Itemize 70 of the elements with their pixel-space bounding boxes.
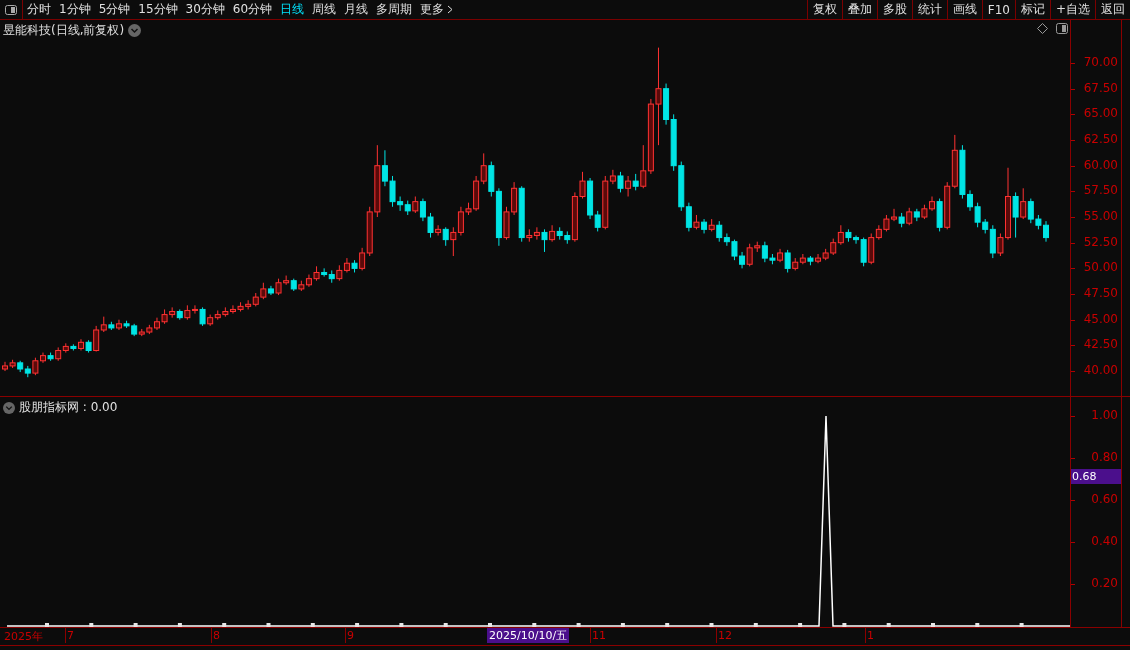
candlestick [533,226,540,241]
year-label: 2025年 [4,629,43,644]
period-tab[interactable]: 更多 [416,1,458,18]
stock-title: 昱能科技(日线,前复权) [3,22,125,39]
month-label: 11 [592,629,606,642]
period-tab[interactable]: 日线 [276,1,309,18]
candlestick [685,202,692,232]
period-tab[interactable]: 分时 [23,1,55,18]
dropdown-icon[interactable] [3,401,15,414]
price-tick: 70.00 [1083,55,1118,69]
candlestick [435,224,442,237]
price-tick: 67.50 [1083,80,1118,95]
value-tick: 0.80 [1091,449,1118,464]
candlestick [450,226,457,257]
candlestick [594,210,601,232]
month-label: 8 [213,629,220,642]
candlestick [784,249,791,273]
candlestick [93,325,100,353]
indicator-title: 股朋指标网 : 0.00 [19,399,118,416]
candlestick [617,171,624,193]
candlestick [480,152,487,185]
candlestick [609,169,616,185]
price-tick: 65.00 [1083,106,1118,121]
price-tick: 47.50 [1083,286,1118,301]
candlestick [1012,191,1019,239]
panel-toggle-icon[interactable] [5,4,17,15]
period-tab[interactable]: 30分钟 [181,1,229,18]
period-tab[interactable]: 多周期 [372,1,417,18]
diamond-icon[interactable] [1037,23,1048,34]
month-label: 12 [718,629,732,642]
price-tick: 55.00 [1083,209,1118,224]
candlestick [1020,187,1027,220]
price-tick: 60.00 [1083,157,1118,172]
period-tab[interactable]: 15分钟 [134,1,182,18]
price-tick: 40.00 [1083,363,1118,378]
month-label: 9 [347,629,354,642]
period-tab[interactable]: 5分钟 [94,1,135,18]
price-tick: 52.50 [1083,234,1118,249]
price-tick: 50.00 [1083,260,1118,275]
candlestick [321,267,328,278]
value-tick: 0.20 [1091,575,1118,590]
candlestick [541,228,548,253]
candlestick [716,220,723,243]
candlestick [199,306,206,327]
candlestick [640,144,647,189]
period-tab[interactable]: 周线 [308,1,341,18]
period-tab[interactable]: 月线 [340,1,373,18]
candlestick [77,338,84,352]
month-label: 1 [867,629,874,642]
candlestick [989,224,996,259]
candlestick [837,224,844,246]
candlestick [625,175,632,197]
value-tick: 0.60 [1091,491,1118,506]
panel-toggle-icon[interactable] [1056,23,1068,34]
cursor-value-tag: 0.68 [1071,469,1121,484]
price-tick: 62.50 [1083,132,1118,146]
period-tab[interactable]: 60分钟 [228,1,277,18]
price-tick: 45.00 [1083,311,1118,326]
candlestick [549,224,556,243]
value-tick: 0.40 [1091,533,1118,548]
month-label: 7 [67,629,74,642]
period-tab[interactable]: 1分钟 [55,1,95,18]
price-tick: 57.50 [1083,183,1118,198]
dropdown-icon[interactable] [128,24,142,37]
candlestick [359,247,366,271]
cursor-date-tag: 2025/10/10/五 [487,628,570,643]
candlestick [442,226,449,247]
price-tick: 42.50 [1083,337,1118,352]
value-tick: 1.00 [1091,407,1118,422]
chevron-right-icon [447,5,454,14]
